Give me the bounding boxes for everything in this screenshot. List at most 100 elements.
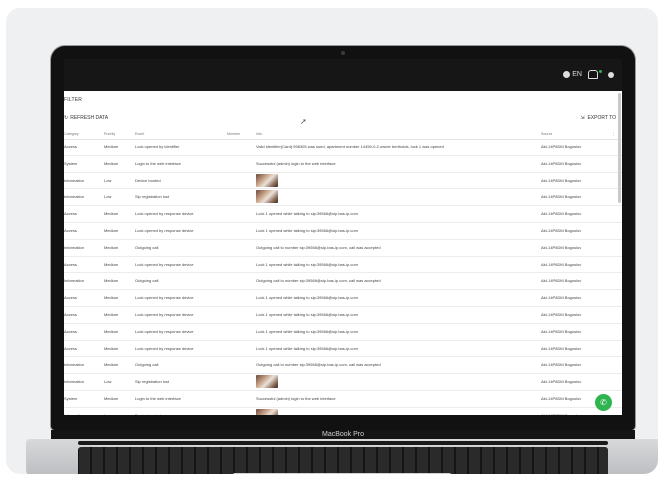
cell-priority: Medium — [104, 144, 119, 149]
cell-info: Lock 1 opened while talking to sip:39566… — [256, 227, 358, 233]
cell-event: Lock opened by response device — [135, 227, 194, 233]
cell-source: Akt-14P8DM Bogoslov — [541, 379, 582, 385]
notification-badge — [599, 70, 602, 73]
table-row[interactable]: Access Medium Lock opened by response devi… — [64, 223, 622, 240]
cell-info: Lock 1 opened while talking to sip:39566… — [256, 345, 358, 351]
trackpad — [232, 473, 452, 474]
cell-event: Lock opened by response device — [135, 261, 194, 267]
globe-icon — [563, 71, 571, 78]
cell-event: Outgoing call — [135, 278, 159, 284]
table-row[interactable]: Information Medium Outgoing call Outgoing c… — [64, 273, 622, 291]
cell-category: Access — [64, 261, 77, 267]
header-event[interactable]: Event — [135, 132, 225, 136]
events-table-body: Access Medium Lock opened by identifier Val… — [64, 139, 622, 415]
table-row[interactable]: InformationLowDevice bootedAkt-14P8DM Bo… — [64, 173, 622, 190]
export-button[interactable]: ⇲ EXPORT TO — [580, 115, 616, 121]
cell-info — [256, 375, 536, 389]
table-row[interactable]: Access Medium Lock opened by response devi… — [64, 257, 622, 274]
cell-category: Information — [64, 194, 85, 200]
cell-event: Sip registration lost — [135, 194, 170, 200]
cell-source: Akt-14P8DM Bogoslov — [541, 177, 582, 183]
table-row[interactable]: Access Medium Lock opened by response devi… — [64, 307, 622, 324]
table-row[interactable]: Information Medium Outgoing call Outgoing c… — [64, 240, 622, 257]
cell-event: Outgoing call — [135, 362, 159, 368]
table-row[interactable]: Information Low Sip registration lost Akt-1… — [64, 189, 622, 207]
cell-info — [256, 408, 536, 415]
call-button[interactable]: ✆ — [595, 394, 612, 411]
table-row[interactable]: InformationLowDevice bootedAkt-14P8DM Bo… — [64, 408, 622, 415]
table-row[interactable]: System Medium Login to the web interface Su… — [64, 156, 622, 173]
cell-source: Akt-14P8DM Bogoslov — [541, 295, 582, 301]
keyboard — [78, 447, 608, 474]
cell-info: Successful (admin) login to the web inte… — [256, 160, 336, 166]
cell-priority: Medium — [104, 160, 119, 166]
cell-info: Outgoing call to number sip:39566@sip.ba… — [256, 244, 381, 250]
table-row[interactable]: Access Medium Lock opened by identifier Val… — [64, 139, 622, 156]
table-row[interactable]: System Medium Login to the web interface Su… — [64, 391, 622, 408]
cell-category: Access — [64, 295, 77, 301]
touch-bar — [78, 441, 608, 445]
snapshot-thumbnail[interactable] — [256, 173, 278, 187]
header-priority[interactable]: Priority — [104, 132, 134, 136]
cell-priority: Medium — [104, 244, 119, 250]
cell-info: Valid identifier(Card):998305 was used, … — [256, 144, 444, 149]
scrollbar[interactable] — [618, 93, 621, 203]
cell-info: Outgoing call to number sip:39566@sip.ba… — [256, 362, 381, 368]
header-info[interactable]: Info — [256, 132, 536, 136]
cell-source: Akt-14P8DM Bogoslov — [541, 160, 582, 166]
header-category[interactable]: Category — [64, 132, 102, 136]
snapshot-thumbnail[interactable] — [256, 375, 278, 389]
header-member[interactable]: Member — [227, 132, 253, 136]
laptop-hinge: MacBook Pro — [51, 430, 635, 439]
header-source[interactable]: Source — [541, 132, 601, 136]
cell-category: Access — [64, 211, 77, 217]
laptop-screen: EN FILTER ↻ REFRESH DATA ⇲ EXPORT TO ➚ C… — [64, 59, 622, 415]
table-row[interactable]: Access Medium Lock opened by response devi… — [64, 341, 622, 358]
cell-source: Akt-14P8DM Bogoslov — [541, 362, 582, 368]
cell-category: System — [64, 395, 78, 401]
cell-info: Lock 1 opened while talking to sip:39566… — [256, 311, 358, 317]
cell-source: Akt-14P8DM Bogoslov — [541, 211, 582, 217]
cell-event: Device booted — [135, 177, 161, 183]
cell-priority: Medium — [104, 395, 119, 401]
cell-priority: Low — [104, 177, 112, 183]
cell-priority: Medium — [104, 278, 119, 284]
cell-source: Akt-14P8DM Bogoslov — [541, 311, 582, 317]
cell-info — [256, 173, 536, 188]
cell-priority: Medium — [104, 311, 119, 317]
cell-priority: Medium — [104, 328, 119, 334]
cell-event: Login to the web interface — [135, 160, 181, 166]
cell-priority: Low — [104, 194, 112, 200]
table-row[interactable]: Information Medium Outgoing call Outgoing c… — [64, 357, 622, 375]
cell-category: System — [64, 160, 78, 166]
cell-info: Lock 1 opened while talking to sip:39566… — [256, 211, 358, 217]
user-icon[interactable] — [608, 71, 614, 78]
filter-button[interactable]: FILTER — [64, 97, 82, 103]
cell-source: Akt-14P8DM Bogoslov — [541, 395, 582, 401]
cell-event: Lock opened by response device — [135, 311, 194, 317]
snapshot-thumbnail[interactable] — [256, 408, 278, 415]
export-icon: ⇲ — [580, 115, 585, 121]
cell-priority: Medium — [104, 211, 119, 217]
cell-source: Akt-14P8DM Bogoslov — [541, 227, 582, 233]
table-row[interactable]: Access Medium Lock opened by response devi… — [64, 206, 622, 223]
cell-info: Lock 1 opened while talking to sip:39566… — [256, 328, 358, 334]
cell-event: Outgoing call — [135, 244, 159, 250]
refresh-button[interactable]: ↻ REFRESH DATA — [64, 115, 108, 121]
table-row[interactable]: Information Low Sip registration lost Akt-1… — [64, 374, 622, 391]
laptop-model-label: MacBook Pro — [321, 431, 365, 438]
cell-info — [256, 190, 536, 204]
background-card: EN FILTER ↻ REFRESH DATA ⇲ EXPORT TO ➚ C… — [6, 8, 658, 474]
cell-category: Access — [64, 144, 77, 149]
language-selector[interactable]: EN — [563, 71, 582, 78]
table-row[interactable]: Access Medium Lock opened by response devi… — [64, 324, 622, 341]
cell-priority: Medium — [104, 261, 119, 267]
cell-priority: Medium — [104, 295, 119, 301]
cell-category: Information — [64, 278, 85, 284]
cell-event: Lock opened by response device — [135, 345, 194, 351]
bell-icon[interactable] — [588, 70, 598, 79]
table-row[interactable]: Access Medium Lock opened by response devi… — [64, 290, 622, 307]
refresh-label: REFRESH DATA — [70, 115, 109, 121]
cell-category: Access — [64, 328, 77, 334]
snapshot-thumbnail[interactable] — [256, 190, 278, 204]
